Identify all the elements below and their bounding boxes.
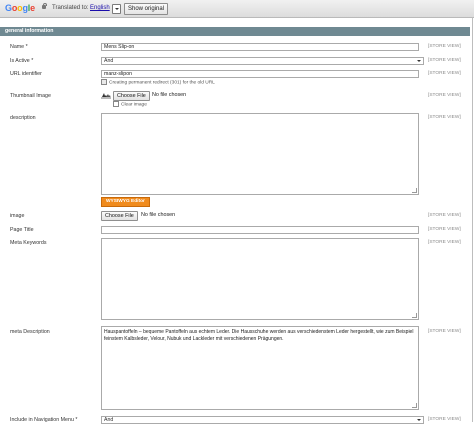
lock-icon (42, 2, 47, 9)
resize-handle-icon[interactable] (412, 403, 417, 408)
language-dropdown-icon[interactable] (112, 4, 121, 14)
is-active-label: Is Active * (10, 58, 34, 64)
image-choose-file-button[interactable]: Choose File (101, 211, 138, 221)
clear-image-checkbox[interactable] (113, 101, 119, 107)
image-label: image (10, 213, 25, 219)
thumbnail-image-label: Thumbnail Image (10, 93, 51, 99)
chevron-down-icon (417, 60, 421, 62)
redirect-checkbox-row[interactable]: Creating permanent redirect (301) for th… (101, 79, 215, 85)
scope-label: [STORE VIEW] (428, 213, 461, 218)
scope-label: [STORE VIEW] (428, 115, 461, 120)
scope-label: [STORE VIEW] (428, 227, 461, 232)
google-logo: Google (5, 3, 35, 13)
page-border (472, 17, 473, 422)
image-file-status: No file chosen (141, 212, 176, 218)
redirect-note: Creating permanent redirect (301) for th… (109, 80, 215, 86)
language-link[interactable]: English (90, 5, 110, 11)
is-active-value: And (104, 58, 114, 64)
scope-label: [STORE VIEW] (428, 329, 461, 334)
wysiwyg-editor-button[interactable]: WYSIWYG Editor (101, 197, 150, 207)
translate-bar: Google Translated to: English Show origi… (0, 0, 474, 18)
section-header: general information (0, 27, 470, 36)
clear-image-label: Clear image (121, 102, 147, 108)
scope-label: [STORE VIEW] (428, 58, 461, 63)
description-textarea[interactable] (101, 113, 419, 195)
scope-label: [STORE VIEW] (428, 93, 461, 98)
logo-letter: e (30, 3, 35, 13)
thumbnail-choose-file-button[interactable]: Choose File (113, 91, 150, 101)
redirect-checkbox[interactable] (101, 79, 107, 85)
include-nav-label: Include in Navigation Menu * (10, 417, 78, 423)
scope-label: [STORE VIEW] (428, 44, 461, 49)
scope-label: [STORE VIEW] (428, 71, 461, 76)
name-label: Name * (10, 44, 28, 50)
translated-to-label: Translated to: (52, 5, 89, 11)
meta-description-textarea[interactable]: Hauspantoffeln – bequeme Pantoffeln aus … (101, 326, 419, 410)
resize-handle-icon[interactable] (412, 188, 417, 193)
page-title-label: Page Title (10, 227, 34, 233)
logo-letter: G (5, 3, 12, 13)
meta-description-label: meta Description (10, 329, 50, 335)
show-original-button[interactable]: Show original (124, 3, 169, 15)
thumbnail-file-status: No file chosen (152, 92, 187, 98)
description-label: description (10, 115, 36, 121)
chevron-down-icon (417, 419, 421, 421)
clear-image-row[interactable]: Clear image (113, 101, 147, 107)
meta-keywords-label: Meta Keywords (10, 240, 47, 246)
url-identifier-label: URL identifier (10, 71, 42, 77)
thumbnail-preview-icon (101, 93, 111, 99)
url-identifier-input[interactable]: manz-slipon (101, 70, 419, 78)
page-title-input[interactable] (101, 226, 419, 234)
scope-label: [STORE VIEW] (428, 417, 461, 422)
scope-label: [STORE VIEW] (428, 240, 461, 245)
is-active-select[interactable]: And (101, 57, 424, 65)
resize-handle-icon[interactable] (412, 313, 417, 318)
include-nav-value: And (104, 417, 114, 423)
include-nav-select[interactable]: And (101, 416, 424, 424)
meta-description-value: Hauspantoffeln – bequeme Pantoffeln aus … (104, 329, 414, 342)
name-input[interactable]: Mens Slip-on (101, 43, 419, 51)
meta-keywords-textarea[interactable] (101, 238, 419, 320)
